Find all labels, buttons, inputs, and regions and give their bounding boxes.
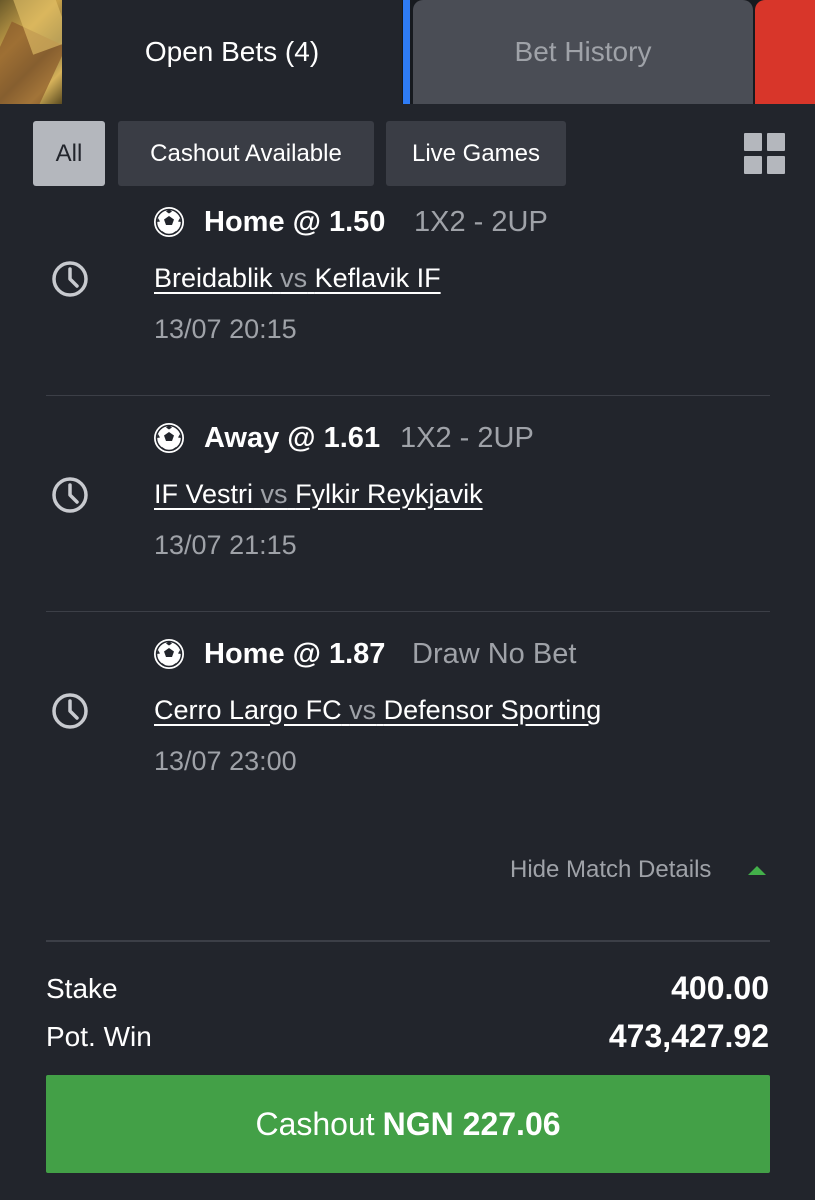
tab-open-bets-label: Open Bets (4) bbox=[144, 36, 320, 67]
stake-label: Stake bbox=[46, 973, 118, 1004]
selection-market: Draw No Bet bbox=[412, 638, 577, 670]
selection-pick: Home @ 1.87 bbox=[204, 638, 386, 670]
filter-all-label: All bbox=[55, 139, 83, 167]
filter-all[interactable]: All bbox=[33, 121, 105, 186]
selection-pick: Home @ 1.50 bbox=[204, 206, 386, 238]
selection-market: 1X2 - 2UP bbox=[400, 422, 534, 454]
home-team: Cerro Largo FC bbox=[154, 695, 342, 725]
tab-open-bets[interactable]: Open Bets (4) bbox=[62, 0, 402, 104]
active-tab-indicator bbox=[403, 0, 410, 104]
match-teams-link[interactable]: Cerro Largo FC vs Defensor Sporting bbox=[154, 695, 601, 726]
tab-bet-history-label: Bet History bbox=[514, 36, 652, 67]
away-team: Defensor Sporting bbox=[383, 695, 602, 725]
bet-selection: Home @ 1.50 1X2 - 2UP Breidablik vs Kefl… bbox=[18, 180, 794, 396]
vs-separator: vs bbox=[260, 479, 288, 509]
pot-win-value: 473,427.92 bbox=[608, 1018, 769, 1054]
bet-selection: Away @ 1.61 1X2 - 2UP IF Vestri vs Fylki… bbox=[18, 396, 794, 612]
filter-cashout-available[interactable]: Cashout Available bbox=[118, 121, 374, 186]
match-teams-link[interactable]: IF Vestri vs Fylkir Reykjavik bbox=[154, 479, 483, 510]
clock-icon bbox=[52, 477, 88, 513]
away-team: Keflavik IF bbox=[314, 263, 441, 293]
bet-selections-list: Home @ 1.50 1X2 - 2UP Breidablik vs Kefl… bbox=[18, 204, 794, 940]
soccer-ball-icon bbox=[154, 639, 184, 669]
selection-pick: Away @ 1.61 bbox=[204, 422, 381, 454]
filter-cashout-available-label: Cashout Available bbox=[150, 139, 342, 167]
caret-up-icon[interactable] bbox=[748, 866, 766, 875]
promo-thumbnail[interactable] bbox=[0, 0, 62, 104]
away-team: Fylkir Reykjavik bbox=[295, 479, 483, 509]
clock-icon bbox=[52, 261, 88, 297]
summary-divider bbox=[46, 940, 770, 942]
soccer-ball-icon bbox=[154, 207, 184, 237]
top-bar: Open Bets (4) Bet History bbox=[0, 0, 815, 104]
stake-value: 400.00 bbox=[671, 970, 769, 1006]
tab-bet-history[interactable]: Bet History bbox=[413, 0, 753, 104]
match-datetime: 13/07 23:00 bbox=[154, 746, 297, 776]
cashout-button[interactable]: Cashout NGN 227.06 bbox=[46, 1075, 770, 1173]
grid-view-icon[interactable] bbox=[744, 133, 786, 175]
vs-separator: vs bbox=[349, 695, 377, 725]
pot-win-label: Pot. Win bbox=[46, 1021, 152, 1052]
cashout-amount: NGN 227.06 bbox=[382, 1105, 561, 1142]
hide-match-details-link[interactable]: Hide Match Details bbox=[510, 856, 711, 884]
home-team: IF Vestri bbox=[154, 479, 254, 509]
soccer-ball-icon bbox=[154, 423, 184, 453]
filter-live-games[interactable]: Live Games bbox=[386, 121, 566, 186]
filter-live-games-label: Live Games bbox=[411, 139, 541, 167]
bet-selection: Home @ 1.87 Draw No Bet Cerro Largo FC v… bbox=[18, 612, 794, 828]
home-team: Breidablik bbox=[154, 263, 273, 293]
selection-market: 1X2 - 2UP bbox=[414, 206, 548, 238]
cashout-button-label: Cashout bbox=[255, 1105, 375, 1142]
vs-separator: vs bbox=[280, 263, 308, 293]
match-datetime: 13/07 20:15 bbox=[154, 314, 297, 344]
tab-edge-red[interactable] bbox=[755, 0, 815, 104]
match-datetime: 13/07 21:15 bbox=[154, 530, 297, 560]
match-teams-link[interactable]: Breidablik vs Keflavik IF bbox=[154, 263, 441, 294]
clock-icon bbox=[52, 693, 88, 729]
